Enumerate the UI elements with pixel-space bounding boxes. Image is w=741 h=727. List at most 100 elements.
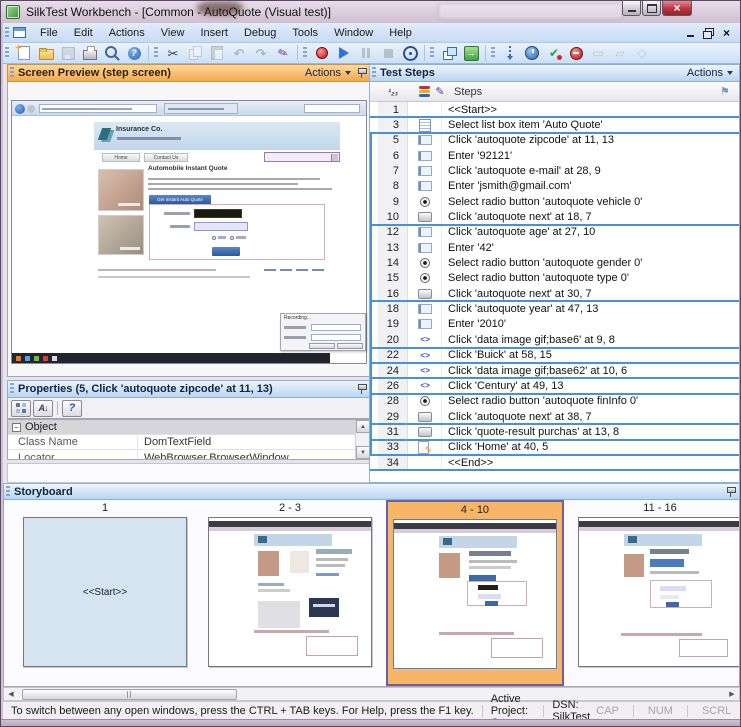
mdi-document-icon[interactable] (13, 27, 26, 38)
properties-scrollbar[interactable]: ▲ ▼ (355, 420, 370, 459)
properties-header[interactable]: Properties (5, Click 'autoquote zipcode'… (7, 380, 371, 398)
test-step-row[interactable]: 22 Click 'Buick' at 58, 15 (370, 348, 739, 363)
toolbar-grip[interactable] (430, 47, 434, 59)
scroll-down-icon[interactable]: ▼ (356, 446, 370, 459)
cut-button[interactable] (163, 44, 183, 62)
frame-thumbnail[interactable] (208, 517, 372, 667)
toolbar-grip[interactable] (303, 47, 307, 59)
menu-tools[interactable]: Tools (284, 25, 326, 41)
minimize-button[interactable] (622, 1, 641, 16)
property-value[interactable]: WebBrowser.BrowserWindow (138, 450, 370, 459)
menu-debug[interactable]: Debug (236, 25, 284, 41)
frame-thumbnail[interactable] (393, 519, 557, 669)
scroll-up-icon[interactable]: ▲ (356, 420, 370, 433)
test-step-row[interactable]: 5 Click 'autoquote zipcode' at 11, 13 (370, 133, 739, 148)
toolbar-grip[interactable] (154, 47, 158, 59)
test-step-row[interactable]: 29 Click 'autoquote next' at 38, 7 (370, 409, 739, 424)
help-button[interactable] (124, 44, 144, 62)
timer-button[interactable] (522, 44, 542, 62)
menu-insert[interactable]: Insert (192, 25, 236, 41)
disable-step-button[interactable] (566, 44, 586, 62)
scrollbar-thumb[interactable] (22, 689, 237, 700)
toolbar-grip[interactable] (5, 47, 9, 59)
sort-alphabetical-button[interactable] (33, 400, 53, 417)
play-button[interactable] (334, 44, 354, 62)
menubar-grip[interactable] (5, 27, 9, 39)
test-step-row[interactable]: 24 Click 'data image gif;base62' at 10, … (370, 363, 739, 378)
frame-thumbnail[interactable]: <<Start>> (23, 517, 187, 667)
format-brush-button[interactable] (273, 44, 293, 62)
screen-preview-actions-button[interactable]: Actions (305, 67, 351, 79)
property-row[interactable]: Class Name DomTextField (8, 435, 370, 450)
property-category-row[interactable]: − Object (8, 420, 370, 435)
storyboard-frame-4-10[interactable]: 4 - 10 (386, 500, 564, 686)
flag-icon[interactable] (717, 85, 733, 99)
new-window-button[interactable] (439, 44, 459, 62)
test-step-row[interactable]: 3 Select list box item 'Auto Quote' (370, 117, 739, 132)
test-steps-actions-button[interactable]: Actions (687, 67, 733, 79)
test-step-row[interactable]: 16 Click 'autoquote next' at 30, 7 (370, 286, 739, 301)
verification-button[interactable] (544, 44, 564, 62)
test-step-row[interactable]: 26 Click 'Century' at 49, 13 (370, 378, 739, 393)
panel-grip[interactable] (10, 383, 14, 395)
menu-window[interactable]: Window (326, 25, 381, 41)
test-step-row[interactable]: 33 Click 'Home' at 40, 5 (370, 440, 739, 455)
mdi-close-button[interactable] (719, 26, 734, 39)
property-help-button[interactable] (62, 400, 82, 417)
test-step-row[interactable]: 19 Enter '2010' (370, 317, 739, 332)
panel-grip[interactable] (10, 67, 14, 79)
print-preview-button[interactable] (102, 44, 122, 62)
test-step-row[interactable]: 31 Click 'quote-result purchas' at 13, 8 (370, 424, 739, 439)
test-step-row[interactable]: 18 Click 'autoquote year' at 47, 13 (370, 301, 739, 316)
close-button[interactable] (662, 1, 692, 16)
storyboard-frame-2-3[interactable]: 2 - 3 (201, 500, 379, 686)
test-step-row[interactable]: 7 Click 'autoquote e-mail' at 28, 9 (370, 163, 739, 178)
menu-help[interactable]: Help (381, 25, 420, 41)
steps-column-header[interactable]: Steps (370, 82, 739, 102)
property-row-clipped[interactable]: Locator WebBrowser.BrowserWindow (8, 450, 370, 459)
maximize-button[interactable] (642, 1, 661, 16)
storyboard-frame-1[interactable]: 1 <<Start>> (16, 500, 194, 686)
test-steps-header[interactable]: Test Steps Actions (369, 64, 740, 82)
mdi-minimize-button[interactable] (683, 26, 698, 39)
export-button[interactable] (461, 44, 481, 62)
collapse-icon[interactable]: − (12, 423, 21, 432)
test-step-row[interactable]: 20 Click 'data image gif;base6' at 9, 8 (370, 332, 739, 347)
panel-grip[interactable] (6, 486, 10, 498)
categorized-view-button[interactable] (11, 400, 31, 417)
storyboard-frame-11-16[interactable]: 11 - 16 (571, 500, 740, 686)
title-bar[interactable]: SilkTest Workbench - [Common - AutoQuote… (1, 1, 740, 23)
test-step-row[interactable]: 13 Enter '42' (370, 240, 739, 255)
test-step-row[interactable]: 10 Click 'autoquote next' at 18, 7 (370, 209, 739, 224)
screen-preview-header[interactable]: Screen Preview (step screen) Actions (7, 64, 371, 82)
test-step-row[interactable]: 15 Select radio button 'autoquote type 0… (370, 271, 739, 286)
new-file-button[interactable] (14, 44, 34, 62)
scroll-right-icon[interactable]: ▶ (725, 688, 739, 700)
test-step-row[interactable]: 1 <<Start>> (370, 102, 739, 117)
menu-view[interactable]: View (153, 25, 193, 41)
test-step-row[interactable]: 8 Enter 'jsmith@gmail.com' (370, 179, 739, 194)
panel-grip[interactable] (372, 67, 376, 79)
menu-file[interactable]: File (32, 25, 66, 41)
test-step-row[interactable]: 34 <<End>> (370, 455, 739, 470)
toolbar-grip[interactable] (491, 47, 495, 59)
frame-thumbnail[interactable] (578, 517, 740, 667)
storyboard-header[interactable]: Storyboard (3, 483, 740, 500)
test-step-row[interactable]: 9 Select radio button 'autoquote vehicle… (370, 194, 739, 209)
pin-icon[interactable] (726, 486, 735, 498)
mdi-restore-button[interactable] (701, 26, 716, 39)
record-button[interactable] (312, 44, 332, 62)
menu-edit[interactable]: Edit (66, 25, 101, 41)
scroll-left-icon[interactable]: ◀ (4, 688, 18, 700)
test-step-row[interactable]: 28 Select radio button 'autoquote finInf… (370, 394, 739, 409)
print-button[interactable] (80, 44, 100, 62)
pin-icon[interactable] (357, 67, 366, 79)
menu-actions[interactable]: Actions (101, 25, 153, 41)
open-folder-button[interactable] (36, 44, 56, 62)
run-to-step-button[interactable] (500, 44, 520, 62)
test-step-row[interactable]: 14 Select radio button 'autoquote gender… (370, 255, 739, 270)
identify-object-button[interactable] (400, 44, 420, 62)
test-step-row[interactable]: 12 Click 'autoquote age' at 27, 10 (370, 225, 739, 240)
pin-icon[interactable] (357, 383, 366, 395)
property-value[interactable]: DomTextField (138, 436, 370, 448)
